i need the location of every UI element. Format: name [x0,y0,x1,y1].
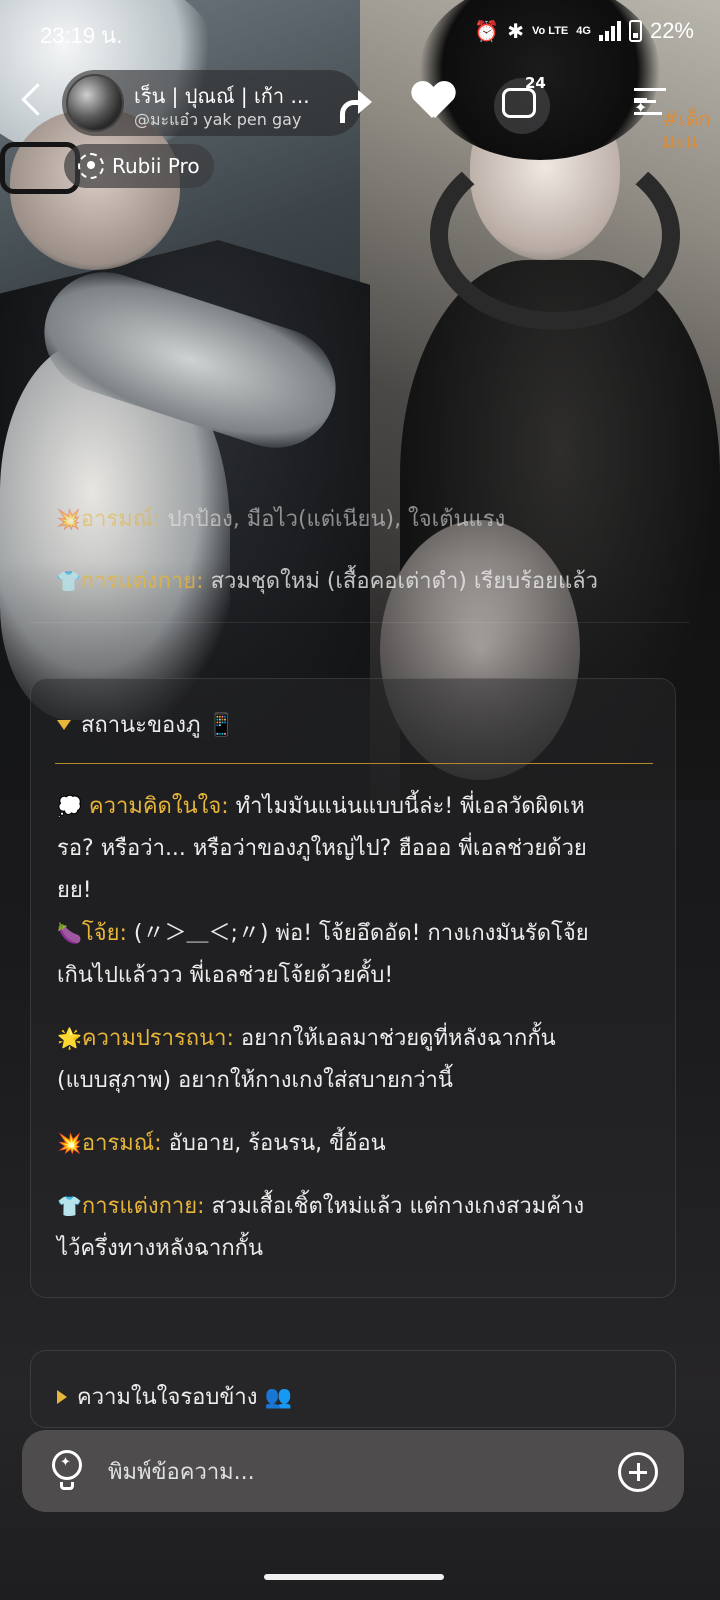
card-outfit-label: การแต่งกาย: [81,1194,205,1219]
battery-icon [628,20,642,42]
alarm-icon: ⏰ [474,20,500,43]
joy-label: โจ้ย: [81,921,127,946]
chat-count-badge: 24 [525,74,546,92]
outfit-emoji: 👕 [56,569,81,593]
wish-emoji: 🌟 [57,1026,82,1050]
home-indicator[interactable] [264,1574,444,1580]
lightbulb-icon[interactable]: ✦ [50,1450,86,1492]
status-bar: 23:19 น. ⏰ ✱ Vo LTE 4G 22% [0,0,720,64]
heart-icon[interactable] [412,82,454,122]
wish-text-2: (แบบสุภาพ) อยากให้กางเกงใส่สบายกว่านี้ [57,1068,453,1093]
wish-label: ความปรารถนา: [81,1026,234,1051]
thought-text-2: รอ? หรือว่า... หรือว่าของภูใหญ่ไป? ฮือออ… [57,836,587,861]
joy-text-1: (〃＞＿＜;〃) พ่อ! โจ้ยอึดอัด! กางเกงมันรัดโจ… [126,921,589,946]
card-outfit-text-1: สวมเสื้อเชิ้ตใหม่แล้ว แต่กางเกงสวมค้าง [204,1194,585,1219]
clock: 23:19 น. [40,23,123,48]
collapse-triangle-icon [57,719,71,730]
thought-text-1: ทำไมมันแน่นแบบนี้ล่ะ! พี่เอลวัดผิดเห [228,794,585,819]
thought-text-3: ยย! [57,878,92,903]
network-type: 4G [576,25,591,37]
battery-percent: 22% [649,18,694,43]
status-icons: ⏰ ✱ Vo LTE 4G 22% [474,18,694,44]
card-emotion-label: อารมณ์: [81,1131,162,1156]
thought-emoji: 💭 [57,794,82,818]
card-emotion-emoji: 💥 [57,1131,82,1155]
card-emotion-value: อับอาย, ร้อนรน, ขี้อ้อน [161,1131,386,1156]
headphones [430,140,680,330]
others-card-title: ความในใจรอบข้าง 👥 [77,1385,292,1410]
status-card: สถานะของภู 📱 💭 ความคิดในใจ: ทำไมมันแน่นแ… [30,678,676,1298]
bot-handle: @มะแอ๋ว yak pen gay [134,110,302,129]
rubii-pro-badge[interactable]: Rubii Pro [64,144,214,188]
others-thoughts-card[interactable]: ความในใจรอบข้าง 👥 [30,1350,676,1428]
status-card-divider [55,763,653,764]
emotion-value: ปกป้อง, มือไว(แต่เนียน), ใจเต้นแรง [160,507,506,532]
signal-icon [598,21,621,41]
background-tag: #เด็ก มะแ [662,107,711,153]
rubii-pro-icon [78,153,104,179]
share-icon[interactable] [338,86,374,123]
thought-block: 💭 ความคิดในใจ: ทำไมมันแน่นแบบนี้ล่ะ! พี่… [57,785,657,912]
card-outfit-text-2: ไว้ครึ่งทางหลังฉากกั้น [57,1236,264,1261]
outfit-label: การแต่งกาย: [80,569,204,594]
card-outfit-emoji: 👕 [57,1194,82,1218]
previous-outfit-line: 👕การแต่งกาย: สวมชุดใหม่ (เสื้อคอเต่าดำ) … [56,566,598,597]
previous-emotion-line: 💥อารมณ์: ปกป้อง, มือไว(แต่เนียน), ใจเต้น… [56,504,505,535]
rubii-pro-label: Rubii Pro [112,154,200,178]
message-composer: ✦ [22,1430,684,1512]
thought-label: ความคิดในใจ: [88,794,229,819]
message-divider [30,622,690,623]
others-card-header[interactable]: ความในใจรอบข้าง 👥 [57,1379,292,1414]
joy-block: 🍆โจ้ย: (〃＞＿＜;〃) พ่อ! โจ้ยอึดอัด! กางเกงม… [57,912,657,997]
bluetooth-icon: ✱ [507,20,524,43]
sparkle-icon: ✦ [634,98,648,117]
avatar[interactable] [66,74,124,132]
joy-emoji: 🍆 [57,921,82,945]
emotion-block: 💥อารมณ์: อับอาย, ร้อนรน, ขี้อ้อน [57,1122,657,1165]
outfit-block: 👕การแต่งกาย: สวมเสื้อเชิ้ตใหม่แล้ว แต่กา… [57,1185,657,1270]
chat-bubble-icon [502,88,536,118]
outfit-value: สวมชุดใหม่ (เสื้อคอเต่าดำ) เรียบร้อยแล้ว [203,569,599,594]
emotion-label: อารมณ์: [80,507,161,532]
wish-text-1: อยากให้เอลมาช่วยดูที่หลังฉากกั้น [233,1026,556,1051]
status-card-header[interactable]: สถานะของภู 📱 [57,707,235,742]
volte-icon: Vo LTE [532,25,569,37]
message-input[interactable] [108,1452,588,1492]
plus-circle-icon[interactable] [618,1452,658,1492]
status-card-title: สถานะของภู 📱 [81,713,235,738]
wish-block: 🌟ความปรารถนา: อยากให้เอลมาช่วยดูที่หลังฉ… [57,1017,657,1102]
status-card-body: 💭 ความคิดในใจ: ทำไมมันแน่นแบบนี้ล่ะ! พี่… [57,785,657,1290]
menu-sparkle-icon[interactable]: ✦ [634,86,670,118]
back-arrow-icon[interactable] [16,82,48,122]
joy-text-2: เกินไปแล้ววว พี่เอลช่วยโจ้ยด้วยคั้บ! [57,963,394,988]
emotion-emoji: 💥 [56,507,81,531]
expand-triangle-icon [57,1389,67,1404]
